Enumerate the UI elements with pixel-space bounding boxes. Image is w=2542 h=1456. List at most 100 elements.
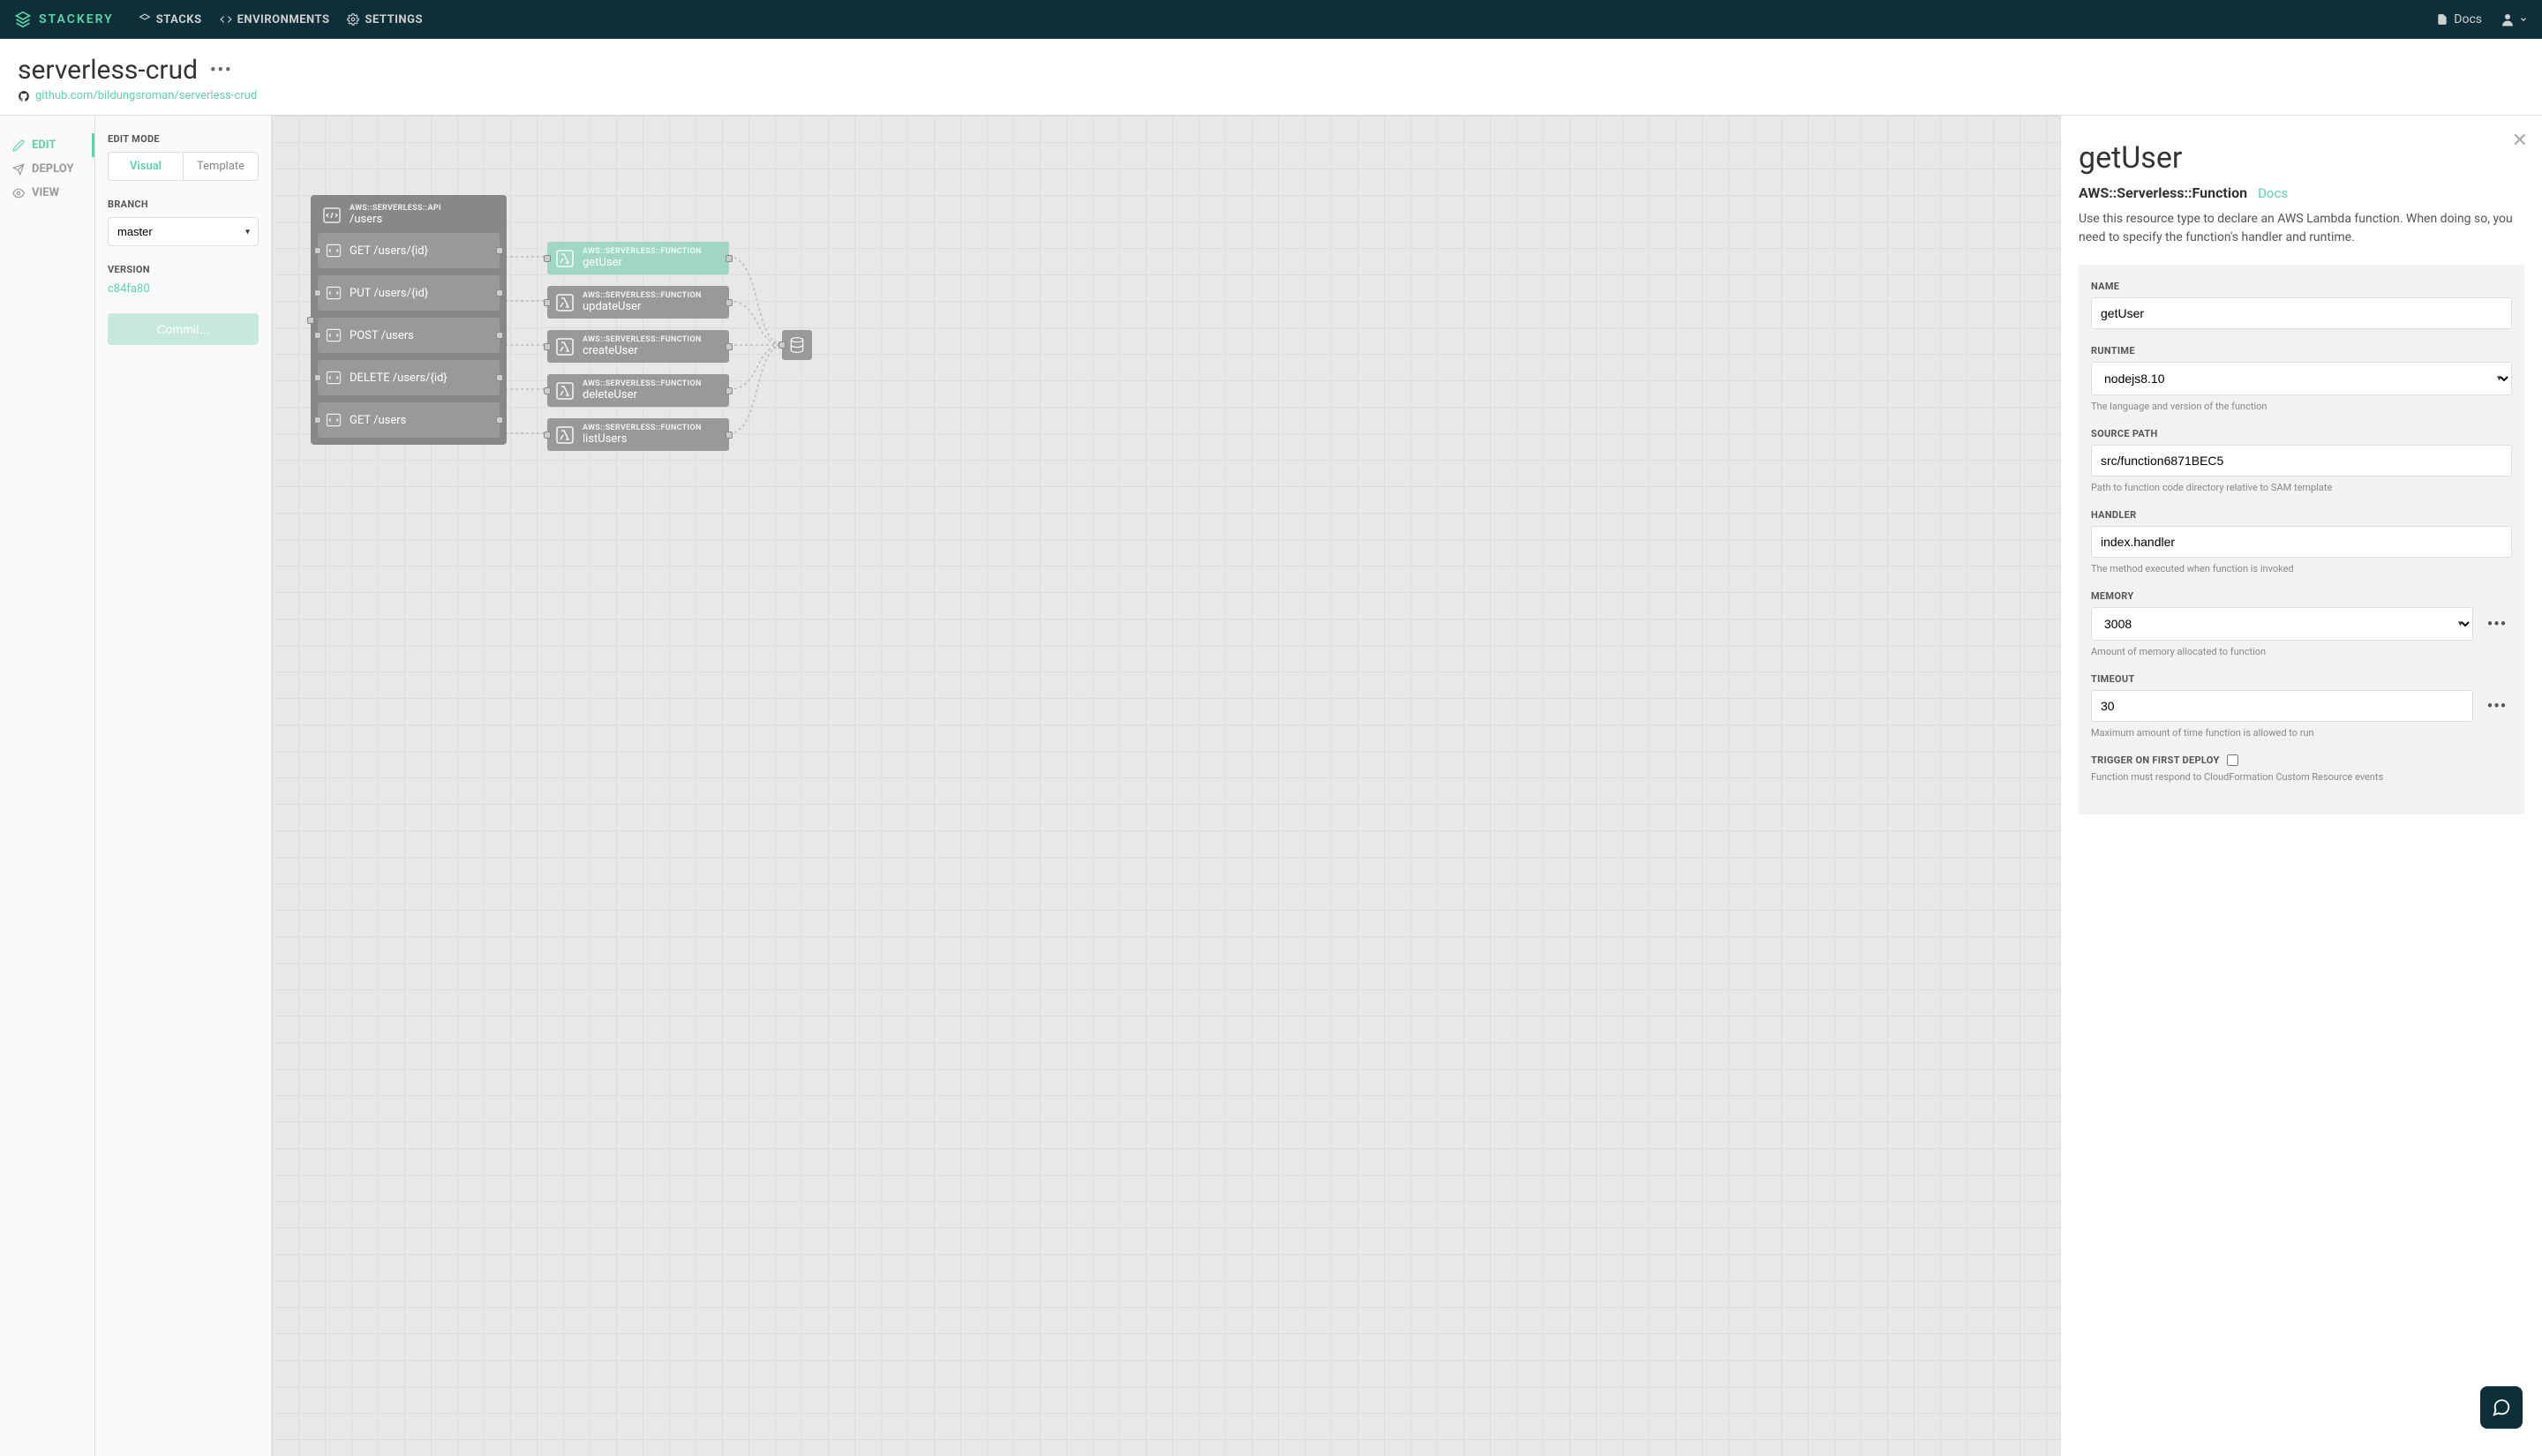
stack-title: serverless-crud bbox=[18, 55, 198, 86]
api-route[interactable]: PUT /users/{id} bbox=[318, 275, 500, 311]
lambda-icon bbox=[554, 380, 575, 402]
port[interactable] bbox=[726, 387, 733, 394]
function-type: AWS::SERVERLESS::FUNCTION bbox=[583, 335, 702, 344]
nav-stacks[interactable]: STACKS bbox=[139, 13, 202, 26]
function-node-updateuser[interactable]: AWS::SERVERLESS::FUNCTIONupdateUser bbox=[547, 286, 729, 319]
port[interactable] bbox=[314, 374, 321, 381]
function-name: deleteUser bbox=[583, 388, 702, 402]
commit-button[interactable]: Commit... bbox=[108, 313, 259, 345]
route-icon bbox=[325, 284, 342, 302]
timeout-label: TIMEOUT bbox=[2091, 673, 2512, 685]
database-icon bbox=[788, 336, 806, 354]
version-link[interactable]: c84fa80 bbox=[108, 282, 259, 296]
chat-button[interactable] bbox=[2480, 1386, 2523, 1429]
route-text: PUT /users/{id} bbox=[350, 287, 428, 300]
port[interactable] bbox=[496, 417, 503, 424]
runtime-help: The language and version of the function bbox=[2091, 401, 2512, 412]
panel-title: getUser bbox=[2079, 140, 2524, 176]
trigger-help: Function must respond to CloudFormation … bbox=[2091, 771, 2512, 783]
function-node-createuser[interactable]: AWS::SERVERLESS::FUNCTIONcreateUser bbox=[547, 330, 729, 363]
function-type: AWS::SERVERLESS::FUNCTION bbox=[583, 247, 702, 256]
rail-view[interactable]: VIEW bbox=[12, 181, 82, 205]
port[interactable] bbox=[314, 332, 321, 339]
api-node[interactable]: AWS::SERVERLESS::API /users GET /users/{… bbox=[311, 195, 507, 445]
nav-environments[interactable]: ENVIRONMENTS bbox=[220, 13, 330, 26]
port[interactable] bbox=[726, 299, 733, 306]
version-label: VERSION bbox=[108, 264, 259, 275]
rail-edit[interactable]: EDIT bbox=[12, 133, 94, 157]
api-icon bbox=[321, 205, 342, 226]
port[interactable] bbox=[496, 247, 503, 254]
memory-label: MEMORY bbox=[2091, 590, 2512, 602]
stacks-icon bbox=[139, 13, 151, 26]
handler-label: HANDLER bbox=[2091, 509, 2512, 521]
function-node-listusers[interactable]: AWS::SERVERLESS::FUNCTIONlistUsers bbox=[547, 418, 729, 451]
code-icon bbox=[220, 13, 232, 26]
port[interactable] bbox=[726, 343, 733, 350]
lambda-icon bbox=[554, 424, 575, 446]
lambda-icon bbox=[554, 336, 575, 357]
nav-user-menu[interactable] bbox=[2500, 11, 2528, 27]
port[interactable] bbox=[314, 247, 321, 254]
trigger-label: TRIGGER ON FIRST DEPLOY bbox=[2091, 754, 2220, 766]
pencil-icon bbox=[12, 139, 25, 152]
left-panel: EDIT MODE Visual Template BRANCH master … bbox=[95, 116, 272, 1456]
repo-link[interactable]: github.com/bildungsroman/serverless-crud bbox=[35, 89, 257, 102]
port[interactable] bbox=[726, 255, 733, 262]
nav-docs[interactable]: Docs bbox=[2436, 12, 2482, 26]
gear-icon bbox=[347, 13, 359, 26]
function-type: AWS::SERVERLESS::FUNCTION bbox=[583, 291, 702, 300]
function-node-getuser[interactable]: AWS::SERVERLESS::FUNCTIONgetUser bbox=[547, 242, 729, 274]
memory-help: Amount of memory allocated to function bbox=[2091, 646, 2512, 657]
api-route[interactable]: GET /users bbox=[318, 402, 500, 438]
port[interactable] bbox=[544, 299, 551, 306]
memory-select[interactable]: 3008 bbox=[2091, 607, 2473, 641]
branch-select[interactable]: master bbox=[108, 217, 259, 246]
name-input[interactable] bbox=[2091, 297, 2512, 329]
doc-icon bbox=[2436, 13, 2448, 26]
handler-input[interactable] bbox=[2091, 526, 2512, 558]
send-icon bbox=[12, 163, 25, 176]
panel-description: Use this resource type to declare an AWS… bbox=[2079, 210, 2524, 247]
logo[interactable]: STACKERY bbox=[14, 11, 114, 28]
api-route[interactable]: POST /users bbox=[318, 318, 500, 353]
port[interactable] bbox=[307, 317, 314, 324]
timeout-input[interactable] bbox=[2091, 690, 2473, 722]
source-path-input[interactable] bbox=[2091, 445, 2512, 477]
source-path-label: SOURCE PATH bbox=[2091, 428, 2512, 439]
route-icon bbox=[325, 326, 342, 344]
port[interactable] bbox=[314, 289, 321, 296]
api-route[interactable]: DELETE /users/{id} bbox=[318, 360, 500, 395]
canvas[interactable]: AWS::SERVERLESS::API /users GET /users/{… bbox=[272, 116, 2060, 1456]
rail-deploy[interactable]: DEPLOY bbox=[12, 157, 82, 181]
close-panel-button[interactable]: ✕ bbox=[2512, 130, 2528, 152]
database-node[interactable] bbox=[782, 330, 812, 360]
runtime-select[interactable]: nodejs8.10 bbox=[2091, 362, 2512, 395]
port[interactable] bbox=[544, 432, 551, 439]
stack-more-menu[interactable]: ••• bbox=[210, 61, 232, 79]
trigger-checkbox[interactable] bbox=[2227, 754, 2238, 766]
nav-settings[interactable]: SETTINGS bbox=[347, 13, 423, 26]
port[interactable] bbox=[778, 341, 786, 349]
port[interactable] bbox=[496, 332, 503, 339]
port[interactable] bbox=[314, 417, 321, 424]
route-text: GET /users bbox=[350, 414, 406, 427]
port[interactable] bbox=[544, 255, 551, 262]
port[interactable] bbox=[726, 432, 733, 439]
port[interactable] bbox=[496, 374, 503, 381]
port[interactable] bbox=[496, 289, 503, 296]
function-node-deleteuser[interactable]: AWS::SERVERLESS::FUNCTIONdeleteUser bbox=[547, 374, 729, 407]
timeout-help: Maximum amount of time function is allow… bbox=[2091, 727, 2512, 739]
mode-visual[interactable]: Visual bbox=[109, 153, 183, 180]
memory-more-button[interactable]: ••• bbox=[2482, 608, 2512, 640]
route-icon bbox=[325, 369, 342, 387]
mode-template[interactable]: Template bbox=[183, 153, 258, 180]
timeout-more-button[interactable]: ••• bbox=[2482, 690, 2512, 722]
edit-mode-label: EDIT MODE bbox=[108, 133, 259, 145]
panel-docs-link[interactable]: Docs bbox=[2258, 185, 2288, 201]
api-route[interactable]: GET /users/{id} bbox=[318, 233, 500, 268]
function-type: AWS::SERVERLESS::FUNCTION bbox=[583, 379, 702, 388]
port[interactable] bbox=[544, 387, 551, 394]
eye-icon bbox=[12, 187, 25, 199]
port[interactable] bbox=[544, 343, 551, 350]
